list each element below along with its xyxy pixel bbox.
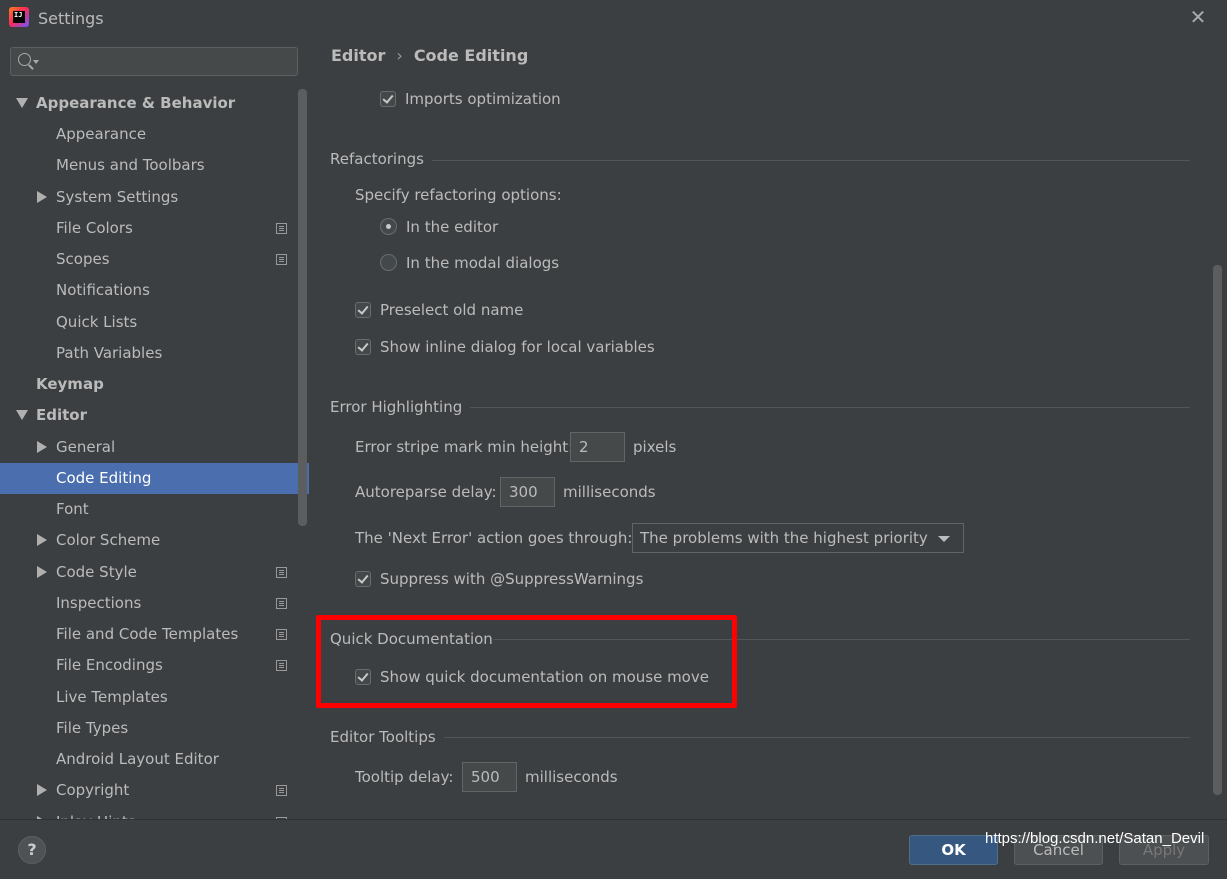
sidebar-item-editor[interactable]: Editor [0, 400, 309, 431]
help-button[interactable]: ? [18, 836, 46, 864]
suppress-warnings-checkbox[interactable] [355, 571, 371, 587]
sidebar-item-quick-lists[interactable]: Quick Lists [0, 307, 309, 338]
watermark-text: https://blog.csdn.net/Satan_Devil [985, 830, 1205, 847]
project-settings-icon [273, 657, 287, 671]
chevron-down-icon [938, 536, 950, 542]
modal-dialogs-label: In the modal dialogs [406, 254, 560, 272]
sidebar-item-appearance-behavior[interactable]: Appearance & Behavior [0, 88, 309, 119]
breadcrumb-separator: › [396, 46, 403, 65]
tooltip-delay-input[interactable]: 500 [462, 762, 517, 792]
sidebar-item-appearance[interactable]: Appearance [0, 119, 309, 150]
window-title: Settings [38, 9, 104, 28]
sidebar-item-general[interactable]: General [0, 432, 309, 463]
editor-tooltips-section-title: Editor Tooltips [330, 728, 436, 746]
sidebar-item-file-types[interactable]: File Types [0, 713, 309, 744]
inline-dialog-checkbox[interactable] [355, 339, 371, 355]
sidebar-item-path-variables[interactable]: Path Variables [0, 338, 309, 369]
suppress-warnings-label: Suppress with @SuppressWarnings [380, 570, 644, 588]
sidebar-scrollbar[interactable] [298, 89, 307, 526]
inline-dialog-label: Show inline dialog for local variables [380, 338, 655, 356]
app-logo-icon: IJ [9, 7, 29, 27]
red-highlight-box [316, 615, 737, 708]
search-input[interactable] [10, 47, 298, 76]
title-bar: IJ Settings ✕ [0, 0, 1227, 36]
project-settings-icon [273, 782, 287, 796]
search-icon [18, 53, 31, 66]
sidebar-item-file-code-templates[interactable]: File and Code Templates [0, 619, 309, 650]
project-settings-icon [273, 595, 287, 609]
sidebar-item-inlay-hints[interactable]: Inlay Hints [0, 807, 309, 819]
sidebar-item-android-layout-editor[interactable]: Android Layout Editor [0, 744, 309, 775]
section-divider [470, 407, 1190, 408]
collapsed-arrow-icon [37, 566, 47, 578]
sidebar-item-scopes[interactable]: Scopes [0, 244, 309, 275]
close-icon[interactable]: ✕ [1188, 7, 1208, 27]
expanded-arrow-icon [16, 410, 28, 420]
sidebar-item-color-scheme[interactable]: Color Scheme [0, 525, 309, 556]
sidebar-item-menus-toolbars[interactable]: Menus and Toolbars [0, 150, 309, 181]
in-editor-radio[interactable] [380, 218, 397, 235]
collapsed-arrow-icon [37, 191, 47, 203]
tooltip-delay-label: Tooltip delay: [355, 768, 454, 786]
content-scrollbar[interactable] [1213, 265, 1222, 795]
autoreparse-unit: milliseconds [563, 483, 656, 501]
project-settings-icon [273, 626, 287, 640]
modal-dialogs-radio[interactable] [380, 254, 397, 271]
refactoring-options-label: Specify refactoring options: [355, 186, 562, 204]
project-settings-icon [273, 220, 287, 234]
section-divider [444, 737, 1190, 738]
imports-optimization-label: Imports optimization [405, 90, 561, 108]
chevron-down-icon [33, 60, 39, 64]
refactorings-section-title: Refactorings [330, 150, 424, 168]
next-error-label: The 'Next Error' action goes through: [355, 529, 633, 547]
sidebar-item-file-encodings[interactable]: File Encodings [0, 650, 309, 681]
settings-sidebar: Appearance & Behavior Appearance Menus a… [0, 36, 309, 819]
sidebar-item-copyright[interactable]: Copyright [0, 775, 309, 806]
sidebar-item-file-colors[interactable]: File Colors [0, 213, 309, 244]
autoreparse-label: Autoreparse delay: [355, 483, 497, 501]
collapsed-arrow-icon [37, 441, 47, 453]
in-editor-label: In the editor [406, 218, 499, 236]
expanded-arrow-icon [16, 98, 28, 108]
collapsed-arrow-icon [37, 534, 47, 546]
breadcrumb-current: Code Editing [413, 46, 529, 65]
sidebar-item-keymap[interactable]: Keymap [0, 369, 309, 400]
section-divider [432, 160, 1190, 161]
imports-optimization-checkbox[interactable] [380, 91, 396, 107]
project-settings-icon [273, 251, 287, 265]
breadcrumb: Editor › Code Editing [331, 46, 528, 65]
sidebar-item-font[interactable]: Font [0, 494, 309, 525]
project-settings-icon [273, 564, 287, 578]
sidebar-item-code-editing[interactable]: Code Editing [0, 463, 309, 494]
next-error-dropdown[interactable]: The problems with the highest priority [632, 523, 964, 553]
error-stripe-unit: pixels [633, 438, 677, 456]
breadcrumb-parent[interactable]: Editor [331, 46, 385, 65]
collapsed-arrow-icon [37, 784, 47, 796]
sidebar-item-inspections[interactable]: Inspections [0, 588, 309, 619]
error-stripe-height-input[interactable]: 2 [570, 432, 625, 462]
tooltip-delay-unit: milliseconds [525, 768, 618, 786]
autoreparse-delay-input[interactable]: 300 [500, 477, 555, 507]
dialog-footer: ? OK Cancel Apply [0, 819, 1227, 879]
error-highlighting-section-title: Error Highlighting [330, 398, 463, 416]
preselect-old-name-label: Preselect old name [380, 301, 524, 319]
preselect-old-name-checkbox[interactable] [355, 302, 371, 318]
next-error-selected: The problems with the highest priority [640, 529, 928, 547]
error-stripe-label: Error stripe mark min height: [355, 438, 574, 456]
sidebar-item-system-settings[interactable]: System Settings [0, 182, 309, 213]
sidebar-item-live-templates[interactable]: Live Templates [0, 682, 309, 713]
sidebar-item-code-style[interactable]: Code Style [0, 557, 309, 588]
sidebar-item-notifications[interactable]: Notifications [0, 275, 309, 306]
